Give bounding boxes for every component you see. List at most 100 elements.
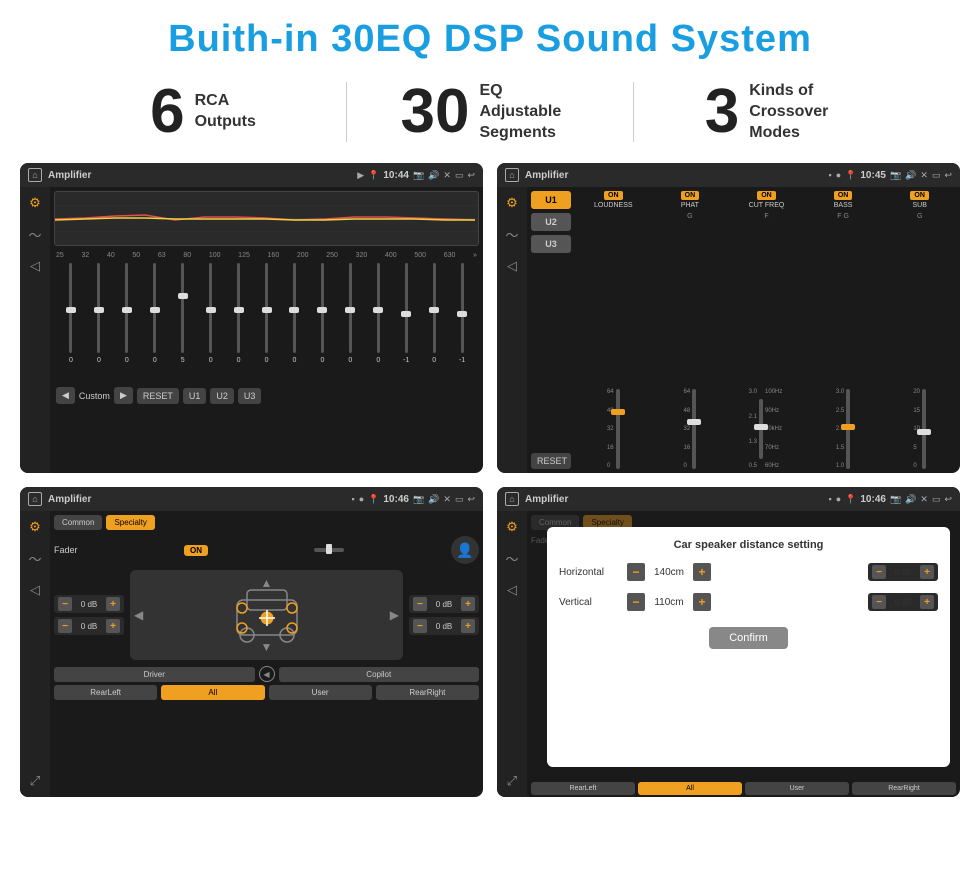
ch-cutfreq-thumb[interactable]: [754, 424, 768, 430]
rearleft-btn[interactable]: RearLeft: [54, 685, 157, 700]
eq-track-13[interactable]: [405, 263, 408, 353]
tab-specialty[interactable]: Specialty: [106, 515, 154, 530]
eq-slider-10[interactable]: 0: [309, 263, 335, 383]
ch-bass-thumb[interactable]: [841, 424, 855, 430]
u3-button[interactable]: U3: [531, 235, 571, 253]
u1-button[interactable]: U1: [531, 191, 571, 209]
eq-slider-9[interactable]: 0: [282, 263, 308, 383]
eq-u3-btn[interactable]: U3: [238, 388, 262, 404]
eq-u2-btn[interactable]: U2: [210, 388, 234, 404]
eq-thumb-1[interactable]: [66, 307, 76, 313]
eq-slider-13[interactable]: -1: [393, 263, 419, 383]
arrow-right[interactable]: ▶: [390, 606, 399, 624]
sidebar-expand-icon-4[interactable]: ⤢: [507, 773, 517, 789]
eq-u1-btn[interactable]: U1: [183, 388, 207, 404]
ch-cutfreq-on[interactable]: ON: [757, 191, 776, 200]
eq-thumb-9[interactable]: [289, 307, 299, 313]
eq-thumb-10[interactable]: [317, 307, 327, 313]
eq-track-2[interactable]: [97, 263, 100, 353]
db-minus-fl[interactable]: −: [58, 597, 72, 611]
home-icon-4[interactable]: [505, 492, 519, 506]
ch-phat-slider[interactable]: 64 48 32 16 0: [654, 224, 727, 469]
confirm-button[interactable]: Confirm: [709, 627, 788, 649]
sidebar-speaker-icon[interactable]: ◁: [30, 258, 40, 274]
ch-phat-track[interactable]: [692, 389, 696, 469]
sidebar-vol-icon-3[interactable]: ◁: [30, 582, 40, 598]
home-icon-1[interactable]: [28, 168, 42, 182]
sidebar-wave-icon[interactable]: 〜: [28, 225, 41, 244]
sidebar-eq-icon-3[interactable]: ⚙: [29, 519, 41, 535]
user-btn[interactable]: User: [269, 685, 372, 700]
dist-rearleft-btn[interactable]: RearLeft: [531, 782, 635, 795]
eq-slider-5[interactable]: 5: [170, 263, 196, 383]
eq-next-btn[interactable]: ▶: [114, 387, 133, 404]
ch-loudness-track[interactable]: [616, 389, 620, 469]
ch-sub-on[interactable]: ON: [910, 191, 929, 200]
eq-slider-1[interactable]: 0: [58, 263, 84, 383]
dist-user-btn[interactable]: User: [745, 782, 849, 795]
arrow-up[interactable]: ▲: [261, 574, 273, 592]
eq-thumb-13[interactable]: [401, 311, 411, 317]
fader-on-switch[interactable]: ON: [184, 545, 208, 556]
sidebar-vol-icon-4[interactable]: ◁: [507, 582, 517, 598]
ch-loudness-on[interactable]: ON: [604, 191, 623, 200]
eq-thumb-15[interactable]: [457, 311, 467, 317]
eq-slider-3[interactable]: 0: [114, 263, 140, 383]
home-icon-2[interactable]: [505, 168, 519, 182]
ch-bass-slider[interactable]: 3.0 2.5 2.0 1.5 1.0: [807, 224, 880, 469]
sidebar-wave-icon-4[interactable]: 〜: [505, 549, 518, 568]
sidebar-wave-icon-2[interactable]: 〜: [505, 225, 518, 244]
eq-track-8[interactable]: [265, 263, 268, 353]
eq-thumb-12[interactable]: [373, 307, 383, 313]
ch-phat-on[interactable]: ON: [681, 191, 700, 200]
freq-more[interactable]: »: [473, 252, 477, 259]
u2-button[interactable]: U2: [531, 213, 571, 231]
eq-slider-14[interactable]: 0: [421, 263, 447, 383]
rearright-btn[interactable]: RearRight: [376, 685, 479, 700]
eq-thumb-11[interactable]: [345, 307, 355, 313]
dist-db-plus-h[interactable]: +: [920, 565, 934, 579]
vertical-minus-btn[interactable]: −: [627, 593, 645, 611]
dist-db-minus-v[interactable]: −: [872, 595, 886, 609]
db-plus-fr[interactable]: +: [461, 597, 475, 611]
ch-loudness-slider[interactable]: 64 48 32 16 0: [577, 211, 650, 469]
eq-slider-2[interactable]: 0: [86, 263, 112, 383]
eq-track-6[interactable]: [209, 263, 212, 353]
eq-track-1[interactable]: [69, 263, 72, 353]
eq-track-5[interactable]: [181, 263, 184, 353]
all-btn[interactable]: All: [161, 685, 264, 700]
eq-thumb-8[interactable]: [262, 307, 272, 313]
eq-prev-btn[interactable]: ◀: [56, 387, 75, 404]
db-minus-rl[interactable]: −: [58, 619, 72, 633]
eq-thumb-2[interactable]: [94, 307, 104, 313]
db-minus-rr[interactable]: −: [413, 619, 427, 633]
ch-phat-thumb[interactable]: [687, 419, 701, 425]
eq-track-11[interactable]: [349, 263, 352, 353]
eq-track-14[interactable]: [433, 263, 436, 353]
tab-common[interactable]: Common: [54, 515, 102, 530]
db-plus-rl[interactable]: +: [106, 619, 120, 633]
dist-db-plus-v[interactable]: +: [920, 595, 934, 609]
eq-thumb-5[interactable]: [178, 293, 188, 299]
eq-track-4[interactable]: [153, 263, 156, 353]
eq-slider-12[interactable]: 0: [365, 263, 391, 383]
sidebar-eq-icon-4[interactable]: ⚙: [506, 519, 518, 535]
eq-slider-8[interactable]: 0: [254, 263, 280, 383]
ch-bass-on[interactable]: ON: [834, 191, 853, 200]
xover-reset-btn[interactable]: RESET: [531, 453, 571, 469]
eq-thumb-14[interactable]: [429, 307, 439, 313]
ch-sub-slider[interactable]: 20 15 10 5 0: [883, 224, 956, 469]
copilot-btn[interactable]: Copilot: [279, 667, 480, 682]
sidebar-wave-icon-3[interactable]: 〜: [28, 549, 41, 568]
dist-all-btn[interactable]: All: [638, 782, 742, 795]
eq-track-10[interactable]: [321, 263, 324, 353]
sidebar-speaker-icon-2[interactable]: ◁: [507, 258, 517, 274]
eq-track-12[interactable]: [377, 263, 380, 353]
eq-reset-btn[interactable]: RESET: [137, 388, 179, 404]
horizontal-plus-btn[interactable]: +: [693, 563, 711, 581]
arrow-down[interactable]: ▼: [261, 638, 273, 656]
eq-track-9[interactable]: [293, 263, 296, 353]
eq-thumb-7[interactable]: [234, 307, 244, 313]
db-minus-fr[interactable]: −: [413, 597, 427, 611]
eq-slider-4[interactable]: 0: [142, 263, 168, 383]
